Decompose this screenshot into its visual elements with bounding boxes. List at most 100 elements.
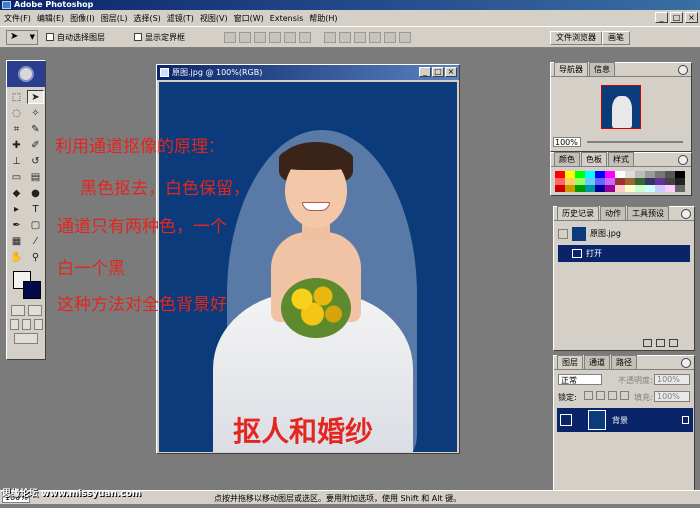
move-tool-icon[interactable]: ➤ (27, 90, 44, 104)
swatch[interactable] (625, 171, 635, 178)
marquee-tool-icon[interactable]: ⬚ (8, 90, 25, 104)
brush-tool-icon[interactable]: ✐ (27, 138, 44, 152)
swatch[interactable] (565, 178, 575, 185)
tab-styles[interactable]: 样式 (608, 152, 634, 166)
swatch[interactable] (675, 185, 685, 192)
panel-menu-icon[interactable] (681, 209, 691, 219)
camera-icon[interactable] (656, 339, 665, 347)
tab-layers[interactable]: 图层 (557, 355, 583, 369)
history-state-open[interactable]: 打开 (558, 245, 690, 262)
blur-tool-icon[interactable]: ◆ (8, 186, 25, 200)
eyedropper-icon[interactable]: ⁄ (27, 234, 44, 248)
swatch[interactable] (555, 171, 565, 178)
swatch[interactable] (575, 171, 585, 178)
distribute-middle-icon[interactable] (339, 32, 351, 43)
tab-actions[interactable]: 动作 (600, 206, 626, 220)
brush-icon[interactable] (575, 414, 585, 426)
swatch[interactable] (645, 185, 655, 192)
lasso-tool-icon[interactable]: ◌ (8, 106, 25, 120)
lock-move-icon[interactable] (608, 391, 617, 400)
swatch-grid[interactable] (555, 171, 685, 193)
shape-tool-icon[interactable]: ▢ (27, 218, 44, 232)
swatch[interactable] (595, 185, 605, 192)
tab-color[interactable]: 颜色 (554, 152, 580, 166)
lock-all-icon[interactable] (620, 391, 629, 400)
tab-swatches[interactable]: 色板 (581, 152, 607, 166)
doc-close-button[interactable]: × (445, 67, 457, 77)
notes-tool-icon[interactable]: ▦ (8, 234, 25, 248)
align-middle-icon[interactable] (239, 32, 251, 43)
new-document-icon[interactable] (643, 339, 652, 347)
menu-view[interactable]: 视图(V) (200, 13, 234, 24)
swatch[interactable] (635, 185, 645, 192)
crop-tool-icon[interactable]: ⌗ (8, 122, 25, 136)
menu-help[interactable]: 帮助(H) (309, 13, 343, 24)
close-button[interactable]: × (685, 12, 698, 23)
standard-screen-icon[interactable] (9, 319, 19, 330)
menu-extensis[interactable]: Extensis (270, 14, 309, 23)
jump-to-imageready-icon[interactable] (14, 333, 38, 344)
swatch[interactable] (665, 178, 675, 185)
swatch[interactable] (665, 185, 675, 192)
zoom-tool-icon[interactable]: ⚲ (27, 250, 44, 264)
tab-history[interactable]: 历史记录 (557, 206, 599, 220)
lock-transparency-icon[interactable] (584, 391, 593, 400)
swatch[interactable] (595, 178, 605, 185)
distribute-top-icon[interactable] (324, 32, 336, 43)
swatch[interactable] (585, 178, 595, 185)
swatch[interactable] (675, 171, 685, 178)
align-left-icon[interactable] (269, 32, 281, 43)
healing-brush-icon[interactable]: ✚ (8, 138, 25, 152)
gradient-tool-icon[interactable]: ▤ (27, 170, 44, 184)
minimize-button[interactable]: _ (655, 12, 668, 23)
swatch[interactable] (575, 178, 585, 185)
panel-menu-icon[interactable] (681, 358, 691, 368)
swatch[interactable] (575, 185, 585, 192)
tab-paths[interactable]: 路径 (611, 355, 637, 369)
tab-navigator[interactable]: 导航器 (554, 62, 588, 76)
navigator-zoom-slider[interactable] (587, 141, 683, 143)
swatch[interactable] (645, 171, 655, 178)
distribute-left-icon[interactable] (369, 32, 381, 43)
restore-button[interactable]: □ (670, 12, 683, 23)
distribute-bottom-icon[interactable] (354, 32, 366, 43)
swatch[interactable] (615, 185, 625, 192)
doc-minimize-button[interactable]: _ (419, 67, 431, 77)
magic-wand-icon[interactable]: ✧ (27, 106, 44, 120)
snapshot-source-icon[interactable] (558, 228, 568, 239)
swatch[interactable] (615, 178, 625, 185)
swatch[interactable] (585, 171, 595, 178)
swatch[interactable] (655, 171, 665, 178)
pen-tool-icon[interactable]: ✒ (8, 218, 25, 232)
swatch[interactable] (675, 178, 685, 185)
distribute-center-icon[interactable] (384, 32, 396, 43)
menu-filter[interactable]: 滤镜(T) (167, 13, 200, 24)
menu-image[interactable]: 图像(I) (70, 13, 101, 24)
swatch[interactable] (665, 171, 675, 178)
tool-preset-picker[interactable]: ➤ ▼ (6, 30, 38, 45)
full-screen-icon[interactable] (33, 319, 43, 330)
align-center-icon[interactable] (284, 32, 296, 43)
menu-window[interactable]: 窗口(W) (234, 13, 270, 24)
navigator-zoom-field[interactable]: 100% (553, 137, 581, 147)
blend-mode-select[interactable]: 正常 (558, 374, 602, 385)
standard-mode-icon[interactable] (10, 305, 25, 316)
show-bounds-checkbox[interactable] (134, 33, 142, 41)
trash-icon[interactable] (669, 339, 678, 347)
swatch[interactable] (555, 178, 565, 185)
quick-mask-icon[interactable] (27, 305, 42, 316)
full-screen-menu-icon[interactable] (21, 319, 31, 330)
file-browser-tab[interactable]: 文件浏览器 (550, 31, 602, 45)
fill-field[interactable]: 100% (654, 391, 690, 402)
swatch[interactable] (565, 171, 575, 178)
slice-tool-icon[interactable]: ✎ (27, 122, 44, 136)
tab-channels[interactable]: 通道 (584, 355, 610, 369)
menu-layer[interactable]: 图层(L) (101, 13, 134, 24)
swatch[interactable] (635, 171, 645, 178)
hand-tool-icon[interactable]: ✋ (8, 250, 25, 264)
opacity-field[interactable]: 100% (654, 374, 690, 385)
swatch[interactable] (615, 171, 625, 178)
swatch[interactable] (555, 185, 565, 192)
panel-menu-icon[interactable] (678, 65, 688, 75)
lock-brush-icon[interactable] (596, 391, 605, 400)
